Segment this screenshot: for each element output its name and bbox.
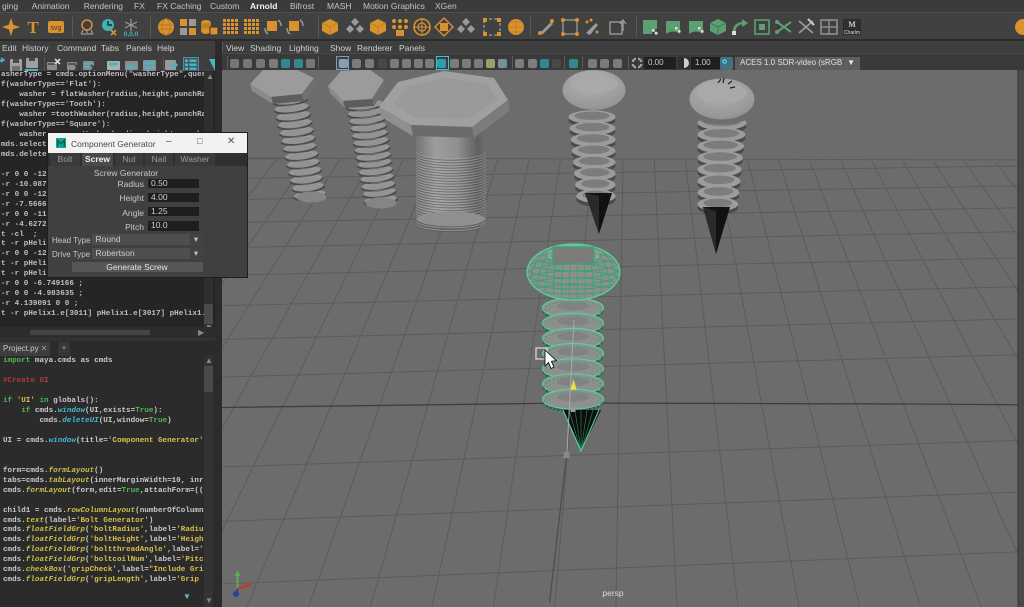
svg-text:svg: svg [51, 25, 62, 32]
svg-text:T: T [27, 18, 39, 37]
svg-text:0,0,0: 0,0,0 [124, 31, 139, 37]
svg-text:Charlm: Charlm [844, 30, 860, 36]
svg-text:persp: persp [602, 588, 624, 598]
svg-text:M: M [848, 20, 856, 29]
